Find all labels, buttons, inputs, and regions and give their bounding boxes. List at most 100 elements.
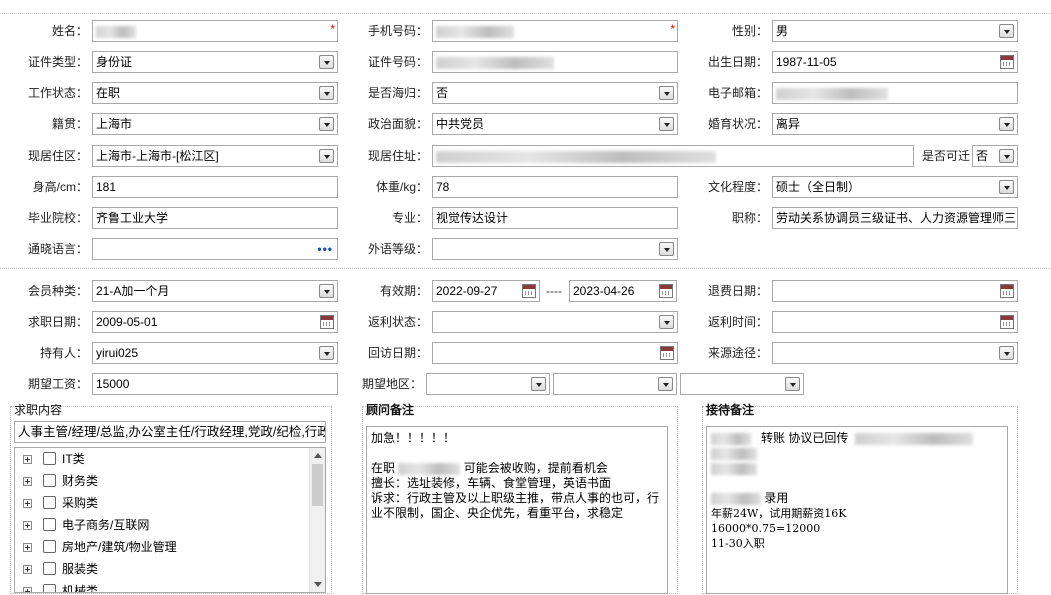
address-field[interactable] bbox=[432, 145, 914, 167]
chevron-down-icon[interactable] bbox=[659, 86, 674, 100]
calendar-icon[interactable] bbox=[320, 315, 334, 329]
section-divider bbox=[0, 268, 1051, 269]
expand-icon[interactable] bbox=[23, 499, 32, 508]
refund-date-field[interactable] bbox=[772, 280, 1018, 302]
chevron-down-icon[interactable] bbox=[999, 149, 1014, 163]
marital-select[interactable]: 离异 bbox=[772, 113, 1018, 135]
expand-icon[interactable] bbox=[23, 455, 32, 464]
rebate-time-label: 返利时间： bbox=[707, 315, 768, 329]
scroll-down-icon[interactable] bbox=[314, 582, 322, 587]
education-select[interactable]: 硕士（全日制） bbox=[772, 176, 1018, 198]
reception-notes-textarea[interactable]: 转账 协议已回传 录用 年薪24W，试用期薪资16K 16000*0.75=12… bbox=[706, 426, 1008, 594]
chevron-down-icon[interactable] bbox=[999, 117, 1014, 131]
chevron-down-icon[interactable] bbox=[999, 346, 1014, 360]
weight-field[interactable]: 78 bbox=[432, 176, 678, 198]
chevron-down-icon[interactable] bbox=[319, 86, 334, 100]
holder-label: 持有人： bbox=[39, 346, 88, 360]
region-province-select[interactable] bbox=[426, 373, 550, 395]
residence-select[interactable]: 上海市-上海市-[松江区] bbox=[92, 145, 338, 167]
region-city-select[interactable] bbox=[553, 373, 677, 395]
source-select[interactable] bbox=[772, 342, 1018, 364]
workstatus-label: 工作状态： bbox=[27, 86, 88, 100]
expand-icon[interactable] bbox=[23, 521, 32, 530]
scroll-up-icon[interactable] bbox=[314, 453, 322, 458]
idtype-select[interactable]: 身份证 bbox=[92, 51, 338, 73]
weight-label: 体重/kg： bbox=[375, 180, 428, 194]
address-label: 现居住址： bbox=[367, 149, 428, 163]
chevron-down-icon[interactable] bbox=[658, 377, 673, 391]
education-label: 文化程度： bbox=[707, 180, 768, 194]
returnee-select[interactable]: 否 bbox=[432, 82, 678, 104]
region-district-select[interactable] bbox=[680, 373, 804, 395]
checkbox[interactable] bbox=[43, 474, 56, 487]
language-field[interactable]: ••• bbox=[92, 238, 338, 260]
calendar-icon[interactable] bbox=[660, 346, 674, 360]
advisor-notes-textarea[interactable]: 加急！！！！！ 在职 可能会被收购，提前看机会 擅长：选址装修，车辆、食堂管理，… bbox=[366, 426, 668, 594]
redacted-idno bbox=[436, 56, 554, 69]
political-select[interactable]: 中共党员 bbox=[432, 113, 678, 135]
school-label: 毕业院校： bbox=[27, 211, 88, 225]
school-field[interactable]: 齐鲁工业大学 bbox=[92, 207, 338, 229]
native-select[interactable]: 上海市 bbox=[92, 113, 338, 135]
validity-start-field[interactable]: 2022-09-27 bbox=[432, 280, 540, 302]
chevron-down-icon[interactable] bbox=[659, 242, 674, 256]
major-field[interactable]: 视觉传达设计 bbox=[432, 207, 678, 229]
relocate-select[interactable]: 否 bbox=[972, 145, 1018, 167]
checkbox[interactable] bbox=[43, 518, 56, 531]
salary-field[interactable]: 15000 bbox=[92, 373, 338, 395]
chevron-down-icon[interactable] bbox=[319, 117, 334, 131]
residence-value: 上海市-上海市-[松江区] bbox=[96, 149, 219, 163]
checkbox[interactable] bbox=[43, 452, 56, 465]
checkbox[interactable] bbox=[43, 584, 56, 592]
more-options-icon[interactable]: ••• bbox=[317, 239, 333, 259]
email-field[interactable] bbox=[772, 82, 1018, 104]
checkbox[interactable] bbox=[43, 540, 56, 553]
calendar-icon[interactable] bbox=[522, 284, 536, 298]
member-type-select[interactable]: 21-A加一个月 bbox=[92, 280, 338, 302]
tree-item-label: 财务类 bbox=[62, 474, 99, 488]
note-line: 诉求：行政主管及以上职级主推，带点人事的也可，行 bbox=[371, 491, 660, 505]
jobdate-field[interactable]: 2009-05-01 bbox=[92, 311, 338, 333]
validity-end-field[interactable]: 2023-04-26 bbox=[569, 280, 677, 302]
calendar-icon[interactable] bbox=[1000, 315, 1014, 329]
phone-field[interactable]: * bbox=[432, 20, 678, 42]
holder-select[interactable]: yirui025 bbox=[92, 342, 338, 364]
chevron-down-icon[interactable] bbox=[999, 24, 1014, 38]
chevron-down-icon[interactable] bbox=[319, 149, 334, 163]
job-content-selected-field[interactable]: 人事主管/经理/总监,办公室主任/行政经理,党政/纪检,行政主 bbox=[14, 421, 326, 443]
checkbox[interactable] bbox=[43, 496, 56, 509]
chevron-down-icon[interactable] bbox=[319, 55, 334, 69]
foreignlevel-label: 外语等级： bbox=[367, 242, 428, 256]
calendar-icon[interactable] bbox=[1000, 284, 1014, 298]
chevron-down-icon[interactable] bbox=[659, 117, 674, 131]
height-field[interactable]: 181 bbox=[92, 176, 338, 198]
chevron-down-icon[interactable] bbox=[999, 180, 1014, 194]
chevron-down-icon[interactable] bbox=[319, 284, 334, 298]
tree-item-label: 机械类 bbox=[62, 584, 99, 593]
chevron-down-icon[interactable] bbox=[319, 346, 334, 360]
tree-scrollbar[interactable] bbox=[309, 448, 325, 592]
chevron-down-icon[interactable] bbox=[531, 377, 546, 391]
birth-value: 1987-11-05 bbox=[776, 55, 837, 69]
name-field[interactable]: * bbox=[92, 20, 338, 42]
checkbox[interactable] bbox=[43, 562, 56, 575]
birth-date-field[interactable]: 1987-11-05 bbox=[772, 51, 1018, 73]
expand-icon[interactable] bbox=[23, 477, 32, 486]
chevron-down-icon[interactable] bbox=[659, 315, 674, 329]
workstatus-select[interactable]: 在职 bbox=[92, 82, 338, 104]
gender-select[interactable]: 男 bbox=[772, 20, 1018, 42]
rebate-status-select[interactable] bbox=[432, 311, 678, 333]
expand-icon[interactable] bbox=[23, 543, 32, 552]
rebate-time-field[interactable] bbox=[772, 311, 1018, 333]
scroll-thumb[interactable] bbox=[312, 464, 323, 506]
title-field[interactable]: 劳动关系协调员三级证书、人力资源管理师三 bbox=[772, 207, 1018, 229]
calendar-icon[interactable] bbox=[659, 284, 673, 298]
workstatus-value: 在职 bbox=[96, 86, 121, 100]
expand-icon[interactable] bbox=[23, 587, 32, 592]
foreignlevel-select[interactable] bbox=[432, 238, 678, 260]
idno-field[interactable] bbox=[432, 51, 678, 73]
calendar-icon[interactable] bbox=[1000, 55, 1014, 69]
expand-icon[interactable] bbox=[23, 565, 32, 574]
visit-date-field[interactable] bbox=[432, 342, 678, 364]
chevron-down-icon[interactable] bbox=[785, 377, 800, 391]
